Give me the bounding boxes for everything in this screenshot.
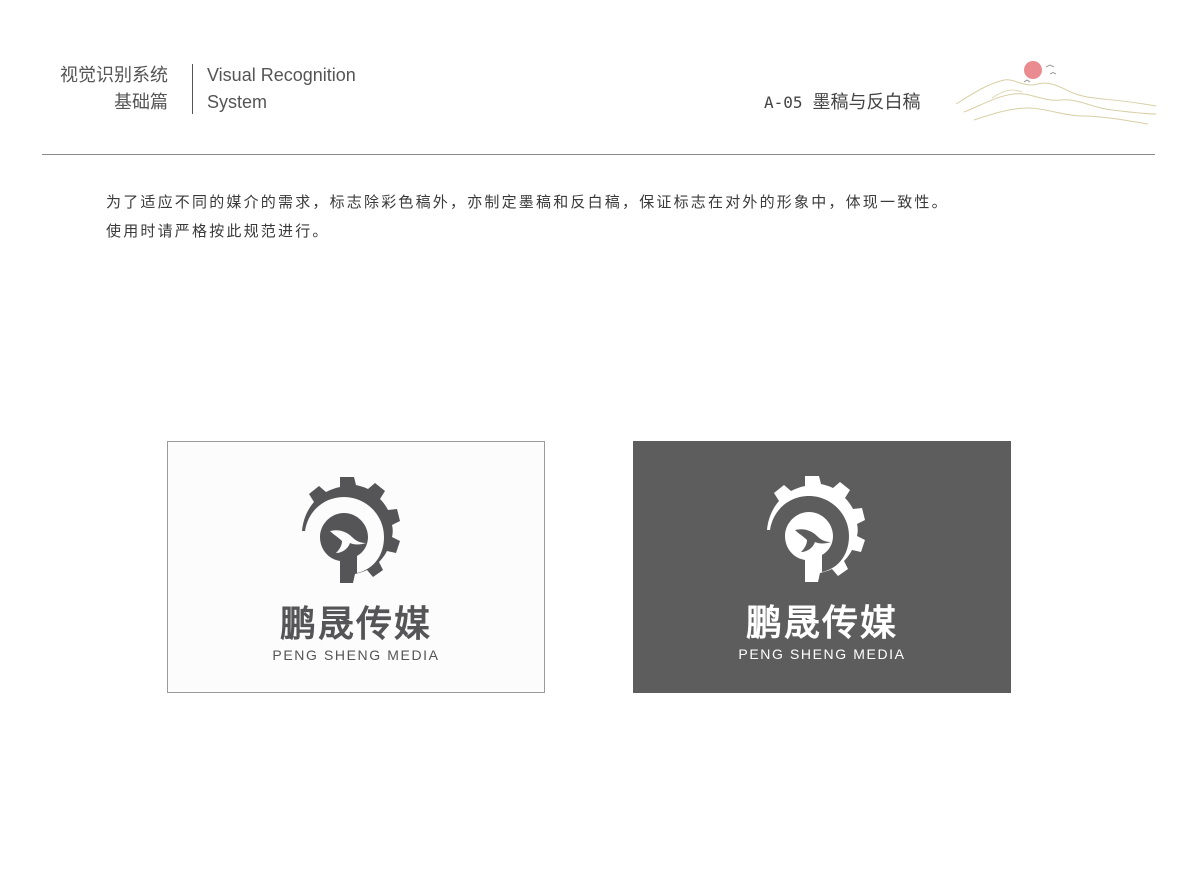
- header-title-cn-line1: 视觉识别系统: [60, 65, 168, 86]
- mountain-sun-decoration-icon: [955, 61, 1157, 125]
- section-heading: A-05 墨稿与反白稿: [764, 88, 921, 114]
- intro-text: 为了适应不同的媒介的需求，标志除彩色稿外，亦制定墨稿和反白稿，保证标志在对外的形…: [106, 188, 949, 246]
- header-title-cn: 视觉识别系统 基础篇: [30, 62, 168, 116]
- header-title-en-line2: System: [207, 92, 268, 112]
- gear-p-bird-logo-icon: [302, 477, 400, 583]
- brand-name-cn: 鹏晟传媒: [279, 604, 432, 645]
- header-title-en: Visual Recognition System: [207, 62, 356, 116]
- brand-name-en: PENG SHENG MEDIA: [272, 647, 440, 663]
- gear-p-bird-logo-icon: [767, 476, 865, 582]
- intro-line2: 使用时请严格按此规范进行。: [106, 222, 330, 240]
- header-divider: [192, 64, 193, 114]
- section-title: 墨稿与反白稿: [812, 92, 921, 113]
- section-code: A-05: [764, 93, 803, 112]
- header-title-en-line1: Visual Recognition: [207, 65, 356, 85]
- header-rule: [42, 154, 1155, 155]
- reverse-version-panel: 鹏晟传媒 PENG SHENG MEDIA: [633, 441, 1011, 693]
- brand-name-en: PENG SHENG MEDIA: [738, 646, 906, 662]
- header-title-cn-line2: 基础篇: [114, 92, 168, 113]
- ink-version-panel: 鹏晟传媒 PENG SHENG MEDIA: [167, 441, 545, 693]
- intro-line1: 为了适应不同的媒介的需求，标志除彩色稿外，亦制定墨稿和反白稿，保证标志在对外的形…: [106, 193, 949, 211]
- brand-name-cn: 鹏晟传媒: [745, 603, 898, 644]
